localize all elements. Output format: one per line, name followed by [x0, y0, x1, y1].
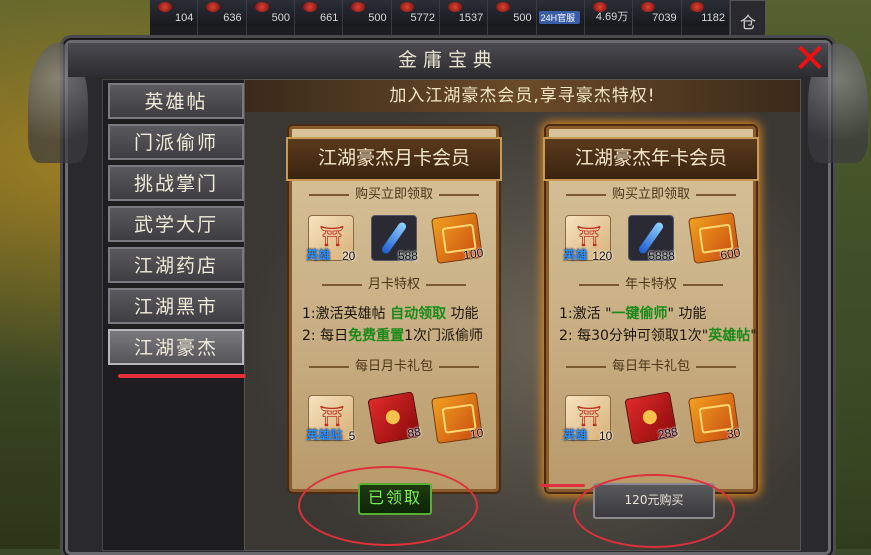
red-envelope-icon[interactable]: 88: [367, 391, 422, 445]
nav-item-pharmacy[interactable]: 江湖药店: [108, 247, 244, 283]
nav-item-hero-post[interactable]: 英雄帖: [108, 83, 244, 119]
inventory-slot[interactable]: 104: [150, 0, 199, 26]
annotation-circle: [573, 474, 735, 548]
purchase-items: 英雄120 5888 600: [557, 212, 745, 265]
inventory-bar: 104 636 500 661 500 5772 1537 500 24H官服 …: [150, 0, 730, 28]
inventory-slot[interactable]: 24H官服: [536, 0, 585, 26]
gem-icon: [399, 2, 414, 12]
daily-items: 英雄贴5 88 10: [300, 391, 488, 445]
privilege-1: 1:激活英雄帖 自动领取 功能: [302, 306, 479, 322]
gem-icon: [351, 2, 366, 12]
privilege-header: 年卡特权: [549, 275, 753, 295]
annotation-underline: [118, 374, 246, 378]
privilege-2: 2: 每日免费重置1次门派偷师: [302, 328, 483, 344]
inventory-slot[interactable]: 1182: [681, 0, 730, 26]
gem-icon: [206, 2, 221, 12]
gem-icon: [302, 2, 317, 12]
server-badge: 24H官服: [538, 11, 580, 24]
month-card-title: 江湖豪杰月卡会员: [286, 137, 502, 181]
inventory-slot[interactable]: 636: [198, 0, 247, 26]
sidebar-nav: 英雄帖 门派偷师 挑战掌门 武学大厅 江湖药店 江湖黑市 江湖豪杰: [108, 83, 244, 370]
year-card: 江湖豪杰年卡会员 购买立即领取 英雄120 5888 600 年卡特权 1:激活…: [543, 126, 759, 492]
daily-items: 英雄10 288 30: [557, 391, 745, 445]
gem-icon: [689, 2, 704, 12]
annotation-stroke: [540, 484, 585, 487]
nav-item-martial-hall[interactable]: 武学大厅: [108, 206, 244, 242]
purchase-header: 购买立即领取: [549, 185, 753, 205]
daily-pack-header: 每日年卡礼包: [549, 357, 753, 377]
gift-box-icon[interactable]: 10: [430, 392, 484, 444]
membership-banner: 加入江湖豪杰会员,享寻豪杰特权!: [245, 80, 800, 112]
gift-box-icon[interactable]: 30: [687, 392, 741, 444]
privilege-2: 2: 每30分钟可领取1次"英雄帖": [559, 328, 757, 344]
privilege-header: 月卡特权: [292, 275, 496, 295]
year-card-title: 江湖豪杰年卡会员: [543, 137, 759, 181]
inventory-slot[interactable]: 661: [294, 0, 344, 26]
inventory-slot[interactable]: 500: [488, 0, 537, 26]
hero-ticket-icon[interactable]: 英雄 120: [563, 215, 612, 263]
inventory-slot[interactable]: 500: [246, 0, 295, 26]
gem-icon: [496, 2, 511, 12]
annotation-circle: [298, 466, 478, 546]
inventory-slot[interactable]: 4.69万: [584, 0, 634, 26]
inventory-slot[interactable]: 5772: [391, 0, 440, 26]
purchase-items: 英雄20 588 100: [300, 212, 488, 265]
privilege-1: 1:激活 "一键偷师" 功能: [559, 306, 707, 322]
daily-pack-header: 每日月卡礼包: [292, 357, 496, 377]
inventory-slot[interactable]: 1537: [439, 0, 489, 26]
blue-feather-icon[interactable]: 588: [370, 215, 418, 263]
gem-icon: [447, 2, 462, 12]
gem-icon: [254, 2, 269, 12]
close-icon[interactable]: ✕: [790, 39, 830, 79]
blue-feather-icon[interactable]: 5888: [627, 215, 675, 263]
month-card: 江湖豪杰月卡会员 购买立即领取 英雄20 588 100 月卡特权 1:激活英雄…: [286, 126, 502, 492]
hero-ticket-icon[interactable]: 英雄 10: [563, 395, 612, 443]
gem-icon: [158, 2, 172, 12]
nav-item-heroes[interactable]: 江湖豪杰: [108, 329, 244, 365]
nav-item-black-market[interactable]: 江湖黑市: [108, 288, 244, 324]
nav-item-sect-learn[interactable]: 门派偷师: [108, 124, 244, 160]
inventory-slot[interactable]: 500: [343, 0, 392, 26]
gift-box-icon[interactable]: 100: [430, 212, 484, 264]
gift-box-icon[interactable]: 600: [687, 212, 741, 264]
inventory-slot[interactable]: 7039: [633, 0, 682, 26]
nav-item-challenge-master[interactable]: 挑战掌门: [108, 165, 244, 201]
gem-icon: [641, 2, 656, 12]
hero-ticket-icon[interactable]: 英雄 20: [306, 215, 355, 263]
red-envelope-icon[interactable]: 288: [624, 391, 679, 445]
window-title: 金庸宝典: [68, 43, 828, 77]
hero-ticket-icon[interactable]: 英雄贴 5: [306, 395, 355, 443]
purchase-header: 购买立即领取: [292, 185, 496, 205]
